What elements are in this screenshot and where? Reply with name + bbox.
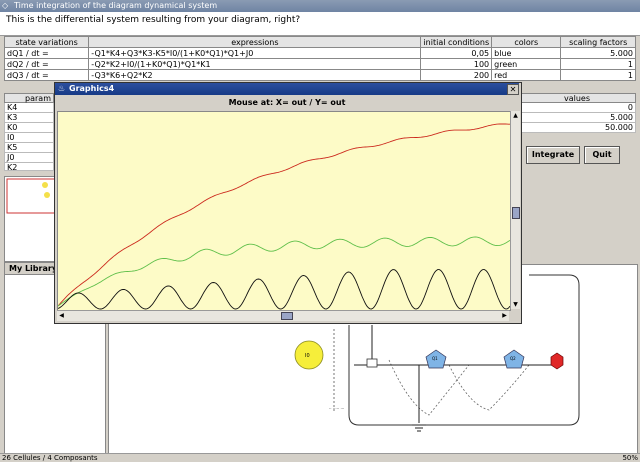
scale-cell[interactable]: 1	[560, 58, 636, 70]
integrate-button[interactable]: Integrate	[526, 146, 580, 164]
expression-cell[interactable]: -Q3*K6+Q2*K2	[88, 69, 422, 81]
param-value[interactable]: 50.000	[518, 123, 636, 133]
equations-table: state variations expressions initial con…	[3, 36, 636, 81]
intro-text: This is the differential system resultin…	[0, 12, 640, 36]
plot-svg[interactable]	[57, 112, 511, 310]
q2-node-label: Q2	[510, 356, 516, 361]
quit-button[interactable]: Quit	[584, 146, 620, 164]
close-button[interactable]: ✕	[507, 84, 519, 95]
source-node-label: I0	[305, 353, 310, 359]
initial-cell[interactable]: 100	[420, 58, 493, 70]
scroll-left-icon[interactable]: ◀	[57, 311, 66, 321]
thumbnail-node-icon	[42, 182, 48, 188]
graphics-title: Graphics4	[69, 84, 115, 93]
scale-cell[interactable]: 1	[560, 69, 636, 81]
red-series-line	[57, 123, 510, 307]
window-title: Time integration of the diagram dynamica…	[14, 1, 218, 10]
param-name: K2	[4, 163, 54, 171]
scroll-up-icon[interactable]: ▲	[511, 111, 520, 120]
vertical-scrollbar[interactable]: ▲ ▼	[510, 111, 520, 309]
col-state-variations: state variations	[3, 36, 90, 48]
black-series-line	[57, 269, 511, 310]
state-var-cell: dQ2 / dt =	[3, 58, 90, 70]
window-menu-icon[interactable]: ◇	[2, 1, 11, 10]
table-row[interactable]: dQ2 / dt = -Q2*K2+I0/(1+K0*Q1)*Q1*K1 100…	[3, 58, 636, 70]
dashed-wire	[448, 364, 530, 411]
scroll-down-icon[interactable]: ▼	[511, 300, 520, 309]
mouse-position-readout: Mouse at: X= out / Y= out	[228, 98, 346, 107]
param-name: K3	[4, 113, 54, 123]
col-expressions: expressions	[88, 36, 422, 48]
java-icon: ♨	[58, 84, 66, 93]
horizontal-scroll-thumb[interactable]	[281, 312, 293, 320]
thumbnail-node-icon	[44, 192, 50, 198]
table-row[interactable]: dQ3 / dt = -Q3*K6+Q2*K2 200 red 1	[3, 69, 636, 81]
param-name: I0	[4, 133, 54, 143]
graphics-titlebar[interactable]: ♨ Graphics4	[55, 83, 519, 95]
param-value[interactable]: 0	[518, 103, 636, 113]
params-header: param	[4, 93, 54, 103]
intro-label: This is the differential system resultin…	[6, 15, 301, 25]
table-row[interactable]: dQ1 / dt = -Q1*K4+Q3*K3-K5*I0/(1+K0*Q1)*…	[3, 47, 636, 59]
plot-area[interactable]	[57, 111, 511, 311]
param-value[interactable]: 5.000	[518, 113, 636, 123]
values-header: values	[518, 93, 636, 103]
col-scaling-factors: scaling factors	[560, 36, 636, 48]
param-name: K4	[4, 103, 54, 113]
param-name: J0	[4, 153, 54, 163]
color-cell[interactable]: blue	[491, 47, 562, 59]
scale-cell[interactable]: 5.000	[560, 47, 636, 59]
initial-cell[interactable]: 200	[420, 69, 493, 81]
param-name: K5	[4, 143, 54, 153]
state-var-cell: dQ1 / dt =	[3, 47, 90, 59]
expression-cell[interactable]: -Q1*K4+Q3*K3-K5*I0/(1+K0*Q1)*Q1+J0	[88, 47, 422, 59]
scroll-right-icon[interactable]: ▶	[500, 311, 509, 321]
col-initial-conditions: initial conditions	[420, 36, 493, 48]
q1-node-label: Q1	[432, 356, 438, 361]
q3-node-icon[interactable]	[550, 352, 564, 370]
main-titlebar[interactable]: Time integration of the diagram dynamica…	[0, 0, 640, 12]
vertical-scroll-thumb[interactable]	[512, 207, 520, 219]
param-name: K0	[4, 123, 54, 133]
expression-cell[interactable]: -Q2*K2+I0/(1+K0*Q1)*Q1*K1	[88, 58, 422, 70]
horizontal-scrollbar[interactable]: ◀ ▶	[57, 310, 509, 321]
color-cell[interactable]: green	[491, 58, 562, 70]
col-colors: colors	[491, 36, 562, 48]
initial-cell[interactable]: 0,05	[420, 47, 493, 59]
switch-node-icon	[366, 358, 378, 368]
canvas-note: ·· ····· ···	[329, 406, 344, 411]
state-var-cell: dQ3 / dt =	[3, 69, 90, 81]
color-cell[interactable]: red	[491, 69, 562, 81]
graphics-window[interactable]: ♨ Graphics4 ✕ Mouse at: X= out / Y= out …	[54, 82, 522, 324]
close-icon[interactable]: ✕	[510, 85, 517, 94]
